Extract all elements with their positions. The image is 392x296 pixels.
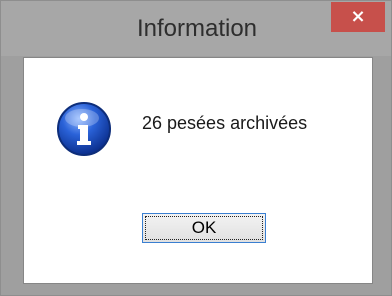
information-dialog: Information × 26 pesées archivées OK [0,0,392,296]
info-icon [57,102,111,156]
close-button[interactable]: × [331,2,385,32]
dialog-content: 26 pesées archivées OK [23,57,373,284]
ok-button[interactable]: OK [142,213,266,243]
title-bar[interactable]: Information × [1,1,391,56]
dialog-message: 26 pesées archivées [142,113,308,133]
